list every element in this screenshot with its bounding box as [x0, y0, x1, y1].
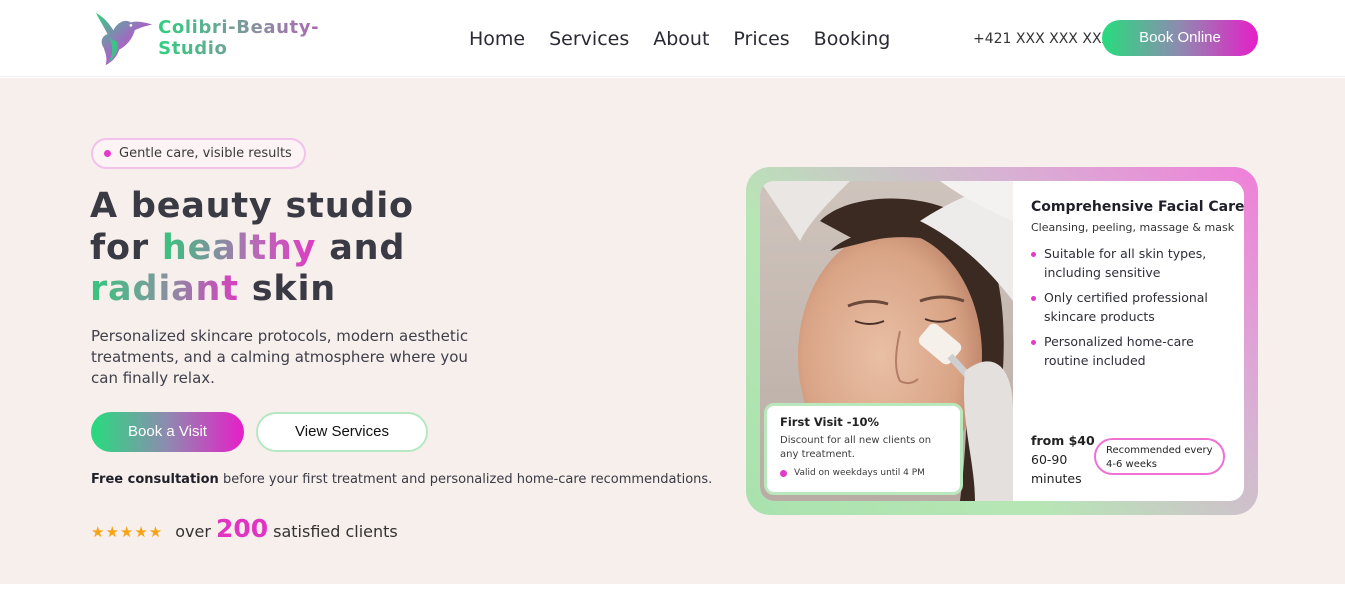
feature-item: Only certified professional skincare pro… [1031, 288, 1236, 326]
service-subtitle: Cleansing, peeling, massage & mask [1031, 221, 1235, 234]
brand-name: Colibri-Beauty-Studio [158, 17, 382, 59]
pink-dot-icon [1031, 296, 1036, 301]
feature-list: Suitable for all skin types, including s… [1031, 244, 1236, 370]
brand-logo[interactable]: Colibri-Beauty-Studio [92, 8, 382, 68]
nav-link-booking[interactable]: Booking [814, 28, 891, 50]
pink-dot-icon [1031, 340, 1036, 345]
promo-valid-text: Valid on weekdays until 4 PM [794, 468, 925, 478]
main-menu: Home Services About Prices Booking [469, 28, 914, 50]
top-nav: Colibri-Beauty-Studio Home Services Abou… [0, 0, 1345, 77]
hero-badge-text: Gentle care, visible results [119, 146, 292, 161]
pink-dot-icon [1031, 252, 1036, 257]
consultation-rest: before your first treatment and personal… [218, 472, 713, 487]
pink-dot-icon [104, 150, 111, 157]
pink-dot-icon [780, 469, 787, 477]
service-card: First Visit -10% Discount for all new cl… [746, 167, 1258, 515]
price-from: from $40 [1031, 433, 1095, 448]
nav-link-home[interactable]: Home [469, 28, 525, 50]
consultation-note: Free consultation before your first trea… [91, 472, 712, 487]
book-online-button[interactable]: Book Online [1102, 20, 1258, 56]
view-services-button[interactable]: View Services [256, 412, 428, 452]
headline-line-1: A beauty studio [90, 186, 414, 226]
rating-prefix: over [175, 522, 211, 541]
hero-badge: Gentle care, visible results [91, 138, 306, 169]
promo-text: Discount for all new clients on any trea… [780, 435, 932, 460]
feature-text: Suitable for all skin types, including s… [1044, 246, 1207, 280]
client-rating: ★★★★★ over 200 satisfied clients [91, 514, 398, 543]
first-visit-promo: First Visit -10% Discount for all new cl… [764, 403, 963, 495]
promo-title: First Visit -10% [780, 415, 880, 429]
feature-text: Only certified professional skincare pro… [1044, 290, 1208, 324]
consultation-bold: Free consultation [91, 472, 219, 487]
duration-value: 60-90 [1031, 452, 1068, 467]
service-card-inner: First Visit -10% Discount for all new cl… [760, 181, 1244, 501]
service-price: from $40 60-90 minutes [1031, 431, 1095, 488]
hummingbird-logo-icon [95, 12, 153, 66]
feature-item: Suitable for all skin types, including s… [1031, 244, 1236, 282]
service-title: Comprehensive Facial Care [1031, 199, 1244, 215]
feature-text: Personalized home-care routine included [1044, 334, 1194, 368]
client-count: 200 [215, 514, 269, 543]
hero-section: Gentle care, visible results A beauty st… [0, 78, 1345, 584]
headline-line-3b: skin [238, 269, 337, 309]
hero-lead-text: Personalized skincare protocols, modern … [91, 327, 469, 387]
rating-suffix: satisfied clients [273, 522, 398, 541]
book-visit-button[interactable]: Book a Visit [91, 412, 244, 452]
headline-line-2c: and [316, 227, 406, 268]
phone-number[interactable]: +421 XXX XXX XXX [973, 31, 1111, 47]
star-icon: ★★★★★ [91, 523, 164, 541]
nav-link-prices[interactable]: Prices [733, 28, 789, 50]
headline-word-radiant: radiant [90, 269, 239, 309]
hero-headline: A beauty studio for healthy and radiant … [90, 186, 414, 311]
nav-link-about[interactable]: About [653, 28, 709, 50]
nav-link-services[interactable]: Services [549, 28, 629, 50]
feature-item: Personalized home-care routine included [1031, 332, 1236, 370]
headline-word-healthy: healthy [161, 227, 317, 268]
duration-unit: minutes [1031, 471, 1082, 486]
recommendation-badge: Recommended every 4-6 weeks [1094, 438, 1225, 475]
promo-validity: Valid on weekdays until 4 PM [780, 468, 960, 478]
headline-line-2a: for [90, 227, 162, 268]
service-info: Comprehensive Facial Care Cleansing, pee… [1031, 199, 1244, 376]
